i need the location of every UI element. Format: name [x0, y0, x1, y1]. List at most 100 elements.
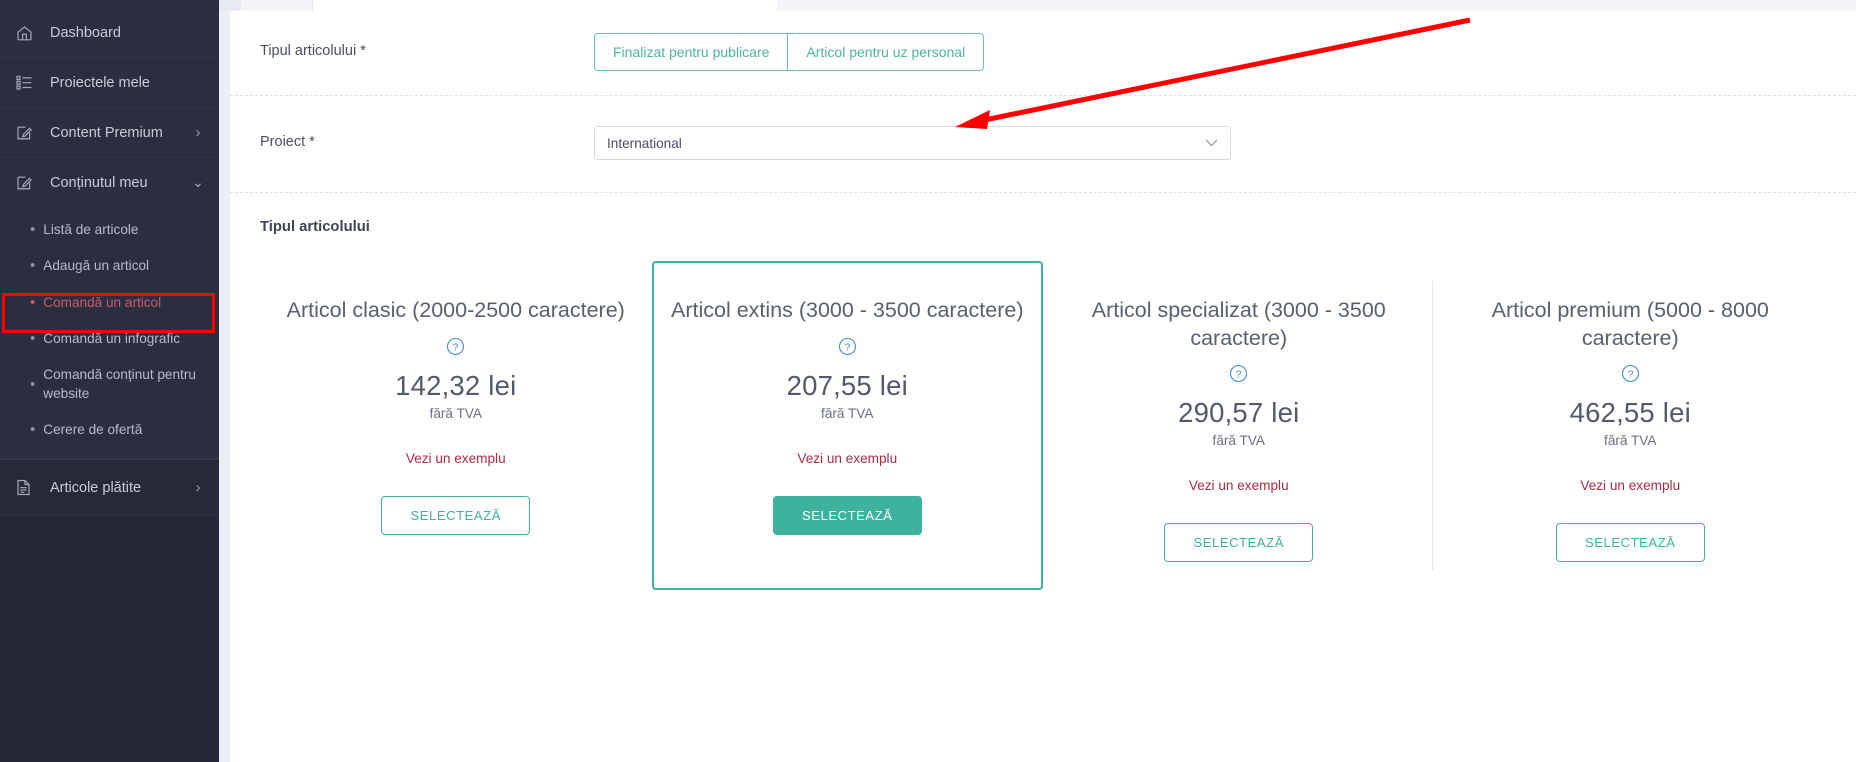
card-price: 142,32 lei: [395, 369, 517, 401]
svg-text:?: ?: [844, 341, 850, 353]
article-card-extins[interactable]: Articol extins (3000 - 3500 caractere) ?…: [651, 261, 1043, 591]
sidebar-item-articole-platite[interactable]: Articole plătite ›: [0, 460, 219, 517]
card-title: Articol specializat (3000 - 3500 caracte…: [1091, 298, 1386, 350]
card-price: 207,55 lei: [786, 369, 908, 401]
card-select-wrap: SELECTEAZĂ: [1453, 523, 1809, 563]
chevron-icon: [191, 26, 205, 40]
card-vat-note: fără TVA: [429, 405, 482, 421]
card-vat-note: fără TVA: [1212, 433, 1265, 449]
card-example-link[interactable]: Vezi un exemplu: [670, 451, 1026, 466]
card-title: Articol clasic (2000-2500 caractere): [286, 298, 625, 322]
form-row-project: Proiect * International: [230, 96, 1856, 193]
content-panel: Tipul articolului * Finalizat pentru pub…: [230, 11, 1856, 762]
bullet-icon: •: [30, 421, 36, 439]
sidebar-subitem-comanda-un-infografic[interactable]: • Comandă un infografic: [0, 321, 219, 357]
edit-square-icon: [16, 174, 38, 192]
sidebar-empty-area: [0, 516, 219, 762]
sidebar-item-proiectele-mele[interactable]: Proiectele mele: [0, 58, 219, 108]
home-icon: [16, 24, 38, 42]
article-card-clasic[interactable]: Articol clasic (2000-2500 caractere) ? 1…: [260, 261, 652, 591]
sidebar-item-label: Conținutul meu: [50, 175, 148, 191]
card-vat-note: fără TVA: [821, 405, 874, 421]
card-example-link[interactable]: Vezi un exemplu: [278, 451, 634, 466]
card-select-button[interactable]: SELECTEAZĂ: [1555, 523, 1705, 563]
card-select-button[interactable]: SELECTEAZĂ: [381, 495, 531, 535]
article-type-button-group: Finalizat pentru publicare Articol pentr…: [594, 33, 985, 71]
card-divider: [1431, 281, 1433, 571]
card-select-wrap: SELECTEAZĂ: [670, 495, 1026, 535]
article-type-cards: Articol clasic (2000-2500 caractere) ? 1…: [260, 261, 1826, 591]
article-card-specializat[interactable]: Articol specializat (3000 - 3500 caracte…: [1043, 261, 1435, 591]
bullet-icon: •: [30, 221, 36, 238]
bullet-icon: •: [30, 376, 36, 394]
project-select[interactable]: International: [594, 126, 1231, 160]
list-icon: [16, 74, 38, 92]
browser-tabstrip: [219, 0, 1856, 11]
tab-partial-right[interactable]: [405, 0, 777, 11]
main-content: Tipul articolului * Finalizat pentru pub…: [219, 0, 1856, 762]
sidebar-subitem-label: Comandă un infografic: [43, 331, 181, 347]
sidebar-item-label: Articole plătite: [50, 479, 142, 496]
bullet-icon: •: [30, 257, 36, 275]
chevron-down-icon: ⌄: [191, 175, 205, 191]
form-label-article-type: Tipul articolului *: [260, 43, 366, 59]
card-select-button[interactable]: SELECTEAZĂ: [1164, 523, 1314, 563]
sidebar-item-continutul-meu[interactable]: Conținutul meu ⌄: [0, 158, 219, 208]
sidebar: Dashboard Proiectele mele Content Premiu…: [0, 0, 219, 762]
question-circle-icon: ?: [1621, 364, 1639, 383]
question-circle-icon: ?: [1230, 364, 1248, 383]
card-title: Articol premium (5000 - 8000 caractere): [1491, 298, 1769, 350]
card-select-button[interactable]: SELECTEAZĂ: [772, 495, 922, 535]
bullet-icon: •: [30, 330, 36, 348]
question-circle-icon: ?: [447, 337, 465, 355]
sidebar-subitem-label: Comandă un articol: [43, 294, 162, 310]
card-select-wrap: SELECTEAZĂ: [1061, 523, 1417, 563]
card-example-link[interactable]: Vezi un exemplu: [1061, 478, 1417, 493]
card-price: 462,55 lei: [1569, 397, 1691, 429]
sidebar-item-content-premium[interactable]: Content Premium ›: [0, 108, 219, 158]
sidebar-subitem-comanda-continut-website[interactable]: • Comandă conținut pentru website: [0, 357, 219, 412]
sidebar-lower-section: Articole plătite ›: [0, 459, 219, 762]
sidebar-subitem-label: Listă de articole: [43, 222, 139, 237]
cards-section-title: Tipul articolului: [260, 219, 370, 235]
app-root: Dashboard Proiectele mele Content Premiu…: [0, 0, 1856, 762]
project-select-value: International: [607, 135, 682, 151]
chevron-down-icon: [1205, 139, 1218, 147]
document-icon: [16, 479, 38, 497]
article-type-option-finalizat[interactable]: Finalizat pentru publicare: [594, 33, 788, 71]
form-field-article-type: Finalizat pentru publicare Articol pentr…: [594, 33, 1826, 71]
sidebar-subitem-comanda-un-articol[interactable]: • Comandă un articol: [0, 285, 219, 321]
question-circle-icon: ?: [838, 337, 856, 355]
form-label-project: Proiect *: [260, 134, 315, 150]
sidebar-item-label: Content Premium: [50, 124, 163, 141]
article-card-premium[interactable]: Articol premium (5000 - 8000 caractere) …: [1434, 261, 1826, 591]
sidebar-item-dashboard[interactable]: Dashboard: [0, 8, 219, 58]
card-vat-note: fără TVA: [1604, 433, 1657, 449]
sidebar-subitem-cerere-de-oferta[interactable]: • Cerere de ofertă: [0, 412, 219, 448]
card-price: 290,57 lei: [1178, 397, 1300, 429]
card-example-link[interactable]: Vezi un exemplu: [1453, 478, 1809, 493]
svg-text:?: ?: [453, 341, 459, 353]
sidebar-top-strip: [0, 0, 219, 8]
sidebar-subitem-label: Adaugă un articol: [43, 258, 150, 274]
sidebar-subitem-lista-de-articole[interactable]: • Listă de articole: [0, 212, 219, 248]
card-help: ?: [1453, 364, 1809, 383]
project-select-wrapper: International: [594, 126, 1231, 160]
chevron-right-icon: ›: [195, 124, 201, 141]
form-field-project: International: [594, 126, 1826, 160]
sidebar-subitem-adauga-un-articol[interactable]: • Adaugă un articol: [0, 248, 219, 284]
bullet-icon: •: [30, 293, 36, 311]
edit-square-icon: [16, 124, 38, 142]
card-title: Articol extins (3000 - 3500 caractere): [670, 298, 1024, 322]
article-type-cards-section: Tipul articolului Articol clasic (2000-2…: [230, 193, 1856, 591]
sidebar-subnav: • Listă de articole • Adaugă un articol …: [0, 208, 219, 460]
sidebar-subitem-label: Comandă conținut pentru website: [43, 367, 196, 401]
card-select-wrap: SELECTEAZĂ: [278, 495, 634, 535]
tab-partial-left[interactable]: [219, 0, 241, 11]
chevron-icon: [191, 76, 205, 90]
sidebar-item-label: Dashboard: [50, 24, 121, 41]
article-type-option-uz-personal[interactable]: Articol pentru uz personal: [787, 33, 985, 71]
sidebar-subitem-label: Cerere de ofertă: [43, 422, 143, 438]
sidebar-item-label: Proiectele mele: [50, 74, 150, 91]
card-help: ?: [278, 337, 634, 356]
